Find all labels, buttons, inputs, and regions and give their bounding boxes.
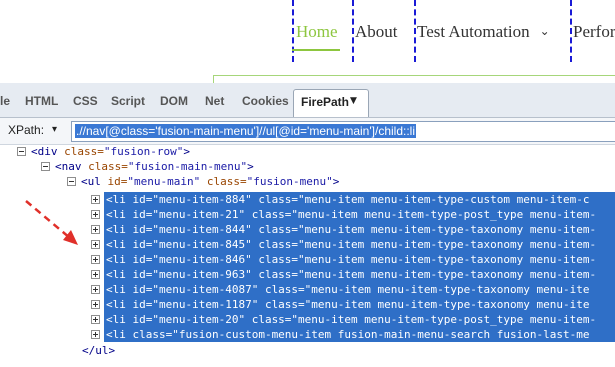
annotation-arrow-icon [25,200,78,245]
